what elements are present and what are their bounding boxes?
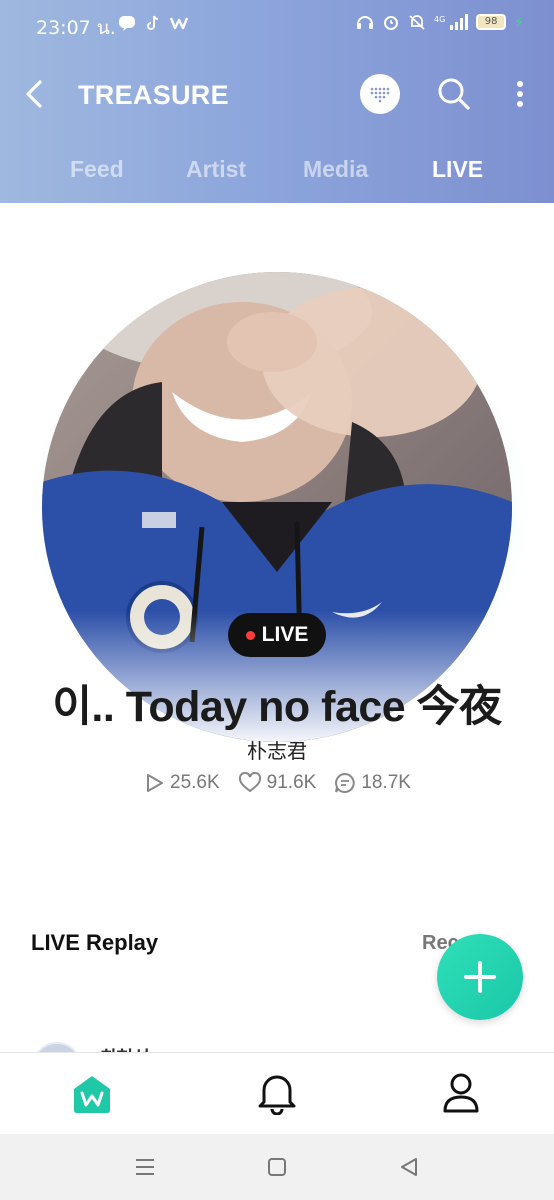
dot-grid-icon [370, 87, 390, 103]
nav-notifications-button[interactable] [256, 1071, 298, 1116]
play-count: 25.6K [143, 772, 220, 794]
bell-icon [258, 1075, 296, 1116]
system-nav-bar [0, 1134, 554, 1200]
bottom-nav [0, 1052, 554, 1134]
artist-name[interactable]: 朴志君 [0, 735, 554, 764]
status-time: 23:07 น. [36, 17, 116, 39]
play-icon [147, 774, 164, 792]
live-badge: LIVE [228, 613, 326, 657]
signal-icon: 4G [434, 13, 469, 31]
status-bar: 23:07 น. 4G 98 ⚡ [0, 0, 554, 50]
live-badge-label: LIVE [261, 623, 309, 646]
search-button[interactable] [434, 74, 474, 114]
recent-apps-button[interactable] [132, 1154, 158, 1180]
live-stats: 25.6K 91.6K 18.7K [0, 772, 554, 794]
more-options-button[interactable] [506, 74, 534, 114]
menu-lines-icon [136, 1159, 154, 1175]
user-icon [443, 1073, 479, 1113]
back-system-button[interactable] [396, 1154, 422, 1180]
comment-icon [335, 772, 356, 793]
add-post-button[interactable] [437, 934, 523, 1020]
search-icon [438, 78, 470, 110]
chevron-left-icon [26, 80, 42, 108]
svg-text:4G: 4G [434, 15, 445, 24]
like-count: 91.6K [238, 772, 316, 794]
square-icon [268, 1158, 286, 1176]
header: 23:07 น. 4G 98 ⚡ TREASURE Feed Artist Me… [0, 0, 554, 203]
heart-icon [238, 772, 261, 793]
nav-home-button[interactable] [70, 1073, 114, 1115]
live-indicator-dot [245, 630, 255, 640]
community-tabs: Feed Artist Media LIVE [0, 146, 554, 192]
mute-icon [408, 13, 426, 31]
page-title: TREASURE [78, 80, 229, 110]
tab-media[interactable]: Media [303, 156, 368, 183]
nav-profile-button[interactable] [440, 1071, 482, 1115]
top-bar: TREASURE [0, 60, 554, 130]
tiktok-icon [144, 14, 162, 32]
tab-artist[interactable]: Artist [186, 156, 246, 183]
alarm-icon [382, 13, 400, 31]
live-replay-heading: LIVE Replay [31, 930, 159, 955]
battery-indicator: 98 [476, 14, 507, 30]
more-vertical-icon [517, 81, 523, 107]
weverse-home-icon [74, 1076, 110, 1113]
headphones-icon [356, 13, 374, 31]
comment-count: 18.7K [334, 772, 411, 794]
tab-feed[interactable]: Feed [70, 156, 124, 183]
tab-live[interactable]: LIVE [432, 156, 483, 183]
live-title[interactable]: 이.. Today no face 今夜 [0, 672, 554, 732]
triangle-back-icon [401, 1158, 417, 1176]
back-button[interactable] [18, 74, 54, 114]
charging-icon: ⚡ [514, 13, 524, 30]
home-system-button[interactable] [264, 1154, 290, 1180]
community-menu-button[interactable] [360, 74, 400, 114]
line-app-icon [118, 14, 136, 32]
weverse-live-screen: 23:07 น. 4G 98 ⚡ TREASURE Feed Artist Me… [0, 0, 554, 1200]
weverse-icon [170, 14, 188, 32]
